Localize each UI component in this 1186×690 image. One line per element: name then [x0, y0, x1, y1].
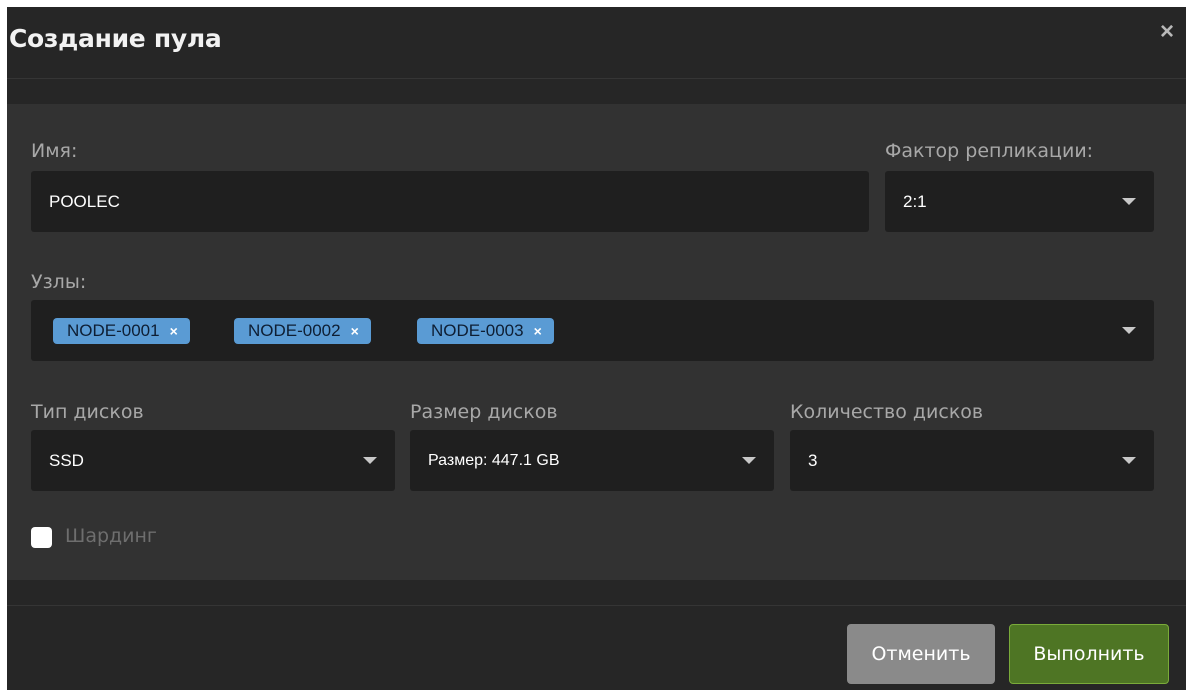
remove-tag-icon[interactable]: ×	[534, 318, 542, 344]
disk-count-select-value: 3	[808, 450, 818, 470]
cancel-button[interactable]: Отменить	[847, 624, 995, 684]
disk-size-select[interactable]: Размер: 447.1 GB	[410, 430, 774, 491]
node-tag: NODE-0003 ×	[417, 318, 554, 344]
chevron-down-icon	[1122, 326, 1136, 334]
dialog-title: Создание пула	[9, 24, 222, 53]
nodes-label: Узлы:	[31, 271, 87, 293]
replication-label: Фактор репликации:	[885, 140, 1094, 162]
chevron-down-icon	[1122, 197, 1136, 205]
node-tag: NODE-0001 ×	[53, 318, 190, 344]
name-input-value: POOLEC	[49, 191, 120, 211]
disk-size-select-value: Размер: 447.1 GB	[428, 451, 560, 469]
create-pool-dialog: Создание пула × Имя: POOLEC Фактор репли…	[7, 7, 1186, 690]
node-tag-label: NODE-0002	[248, 321, 341, 340]
remove-tag-icon[interactable]: ×	[170, 318, 178, 344]
submit-button[interactable]: Выполнить	[1009, 624, 1169, 684]
chevron-down-icon	[363, 456, 377, 464]
remove-tag-icon[interactable]: ×	[351, 318, 359, 344]
dialog-header: Создание пула ×	[7, 7, 1186, 79]
replication-select-value: 2:1	[903, 191, 927, 211]
name-input[interactable]: POOLEC	[31, 171, 869, 232]
node-tag-label: NODE-0003	[431, 321, 524, 340]
close-icon[interactable]: ×	[1156, 20, 1178, 44]
sharding-checkbox[interactable]	[31, 527, 52, 548]
chevron-down-icon	[742, 456, 756, 464]
disk-size-label: Размер дисков	[410, 401, 558, 423]
node-tag: NODE-0002 ×	[234, 318, 371, 344]
dialog-body: Имя: POOLEC Фактор репликации: 2:1 Узлы:…	[7, 104, 1186, 580]
disk-type-select[interactable]: SSD	[31, 430, 395, 491]
replication-select[interactable]: 2:1	[885, 171, 1154, 232]
name-label: Имя:	[31, 140, 78, 162]
disk-count-select[interactable]: 3	[790, 430, 1154, 491]
disk-count-label: Количество дисков	[790, 401, 984, 423]
node-tag-label: NODE-0001	[67, 321, 160, 340]
footer-divider	[7, 605, 1186, 606]
nodes-multiselect[interactable]: NODE-0001 × NODE-0002 × NODE-0003 ×	[31, 300, 1154, 361]
disk-type-select-value: SSD	[49, 450, 84, 470]
sharding-label: Шардинг	[65, 525, 157, 547]
disk-type-label: Тип дисков	[31, 401, 144, 423]
chevron-down-icon	[1122, 456, 1136, 464]
